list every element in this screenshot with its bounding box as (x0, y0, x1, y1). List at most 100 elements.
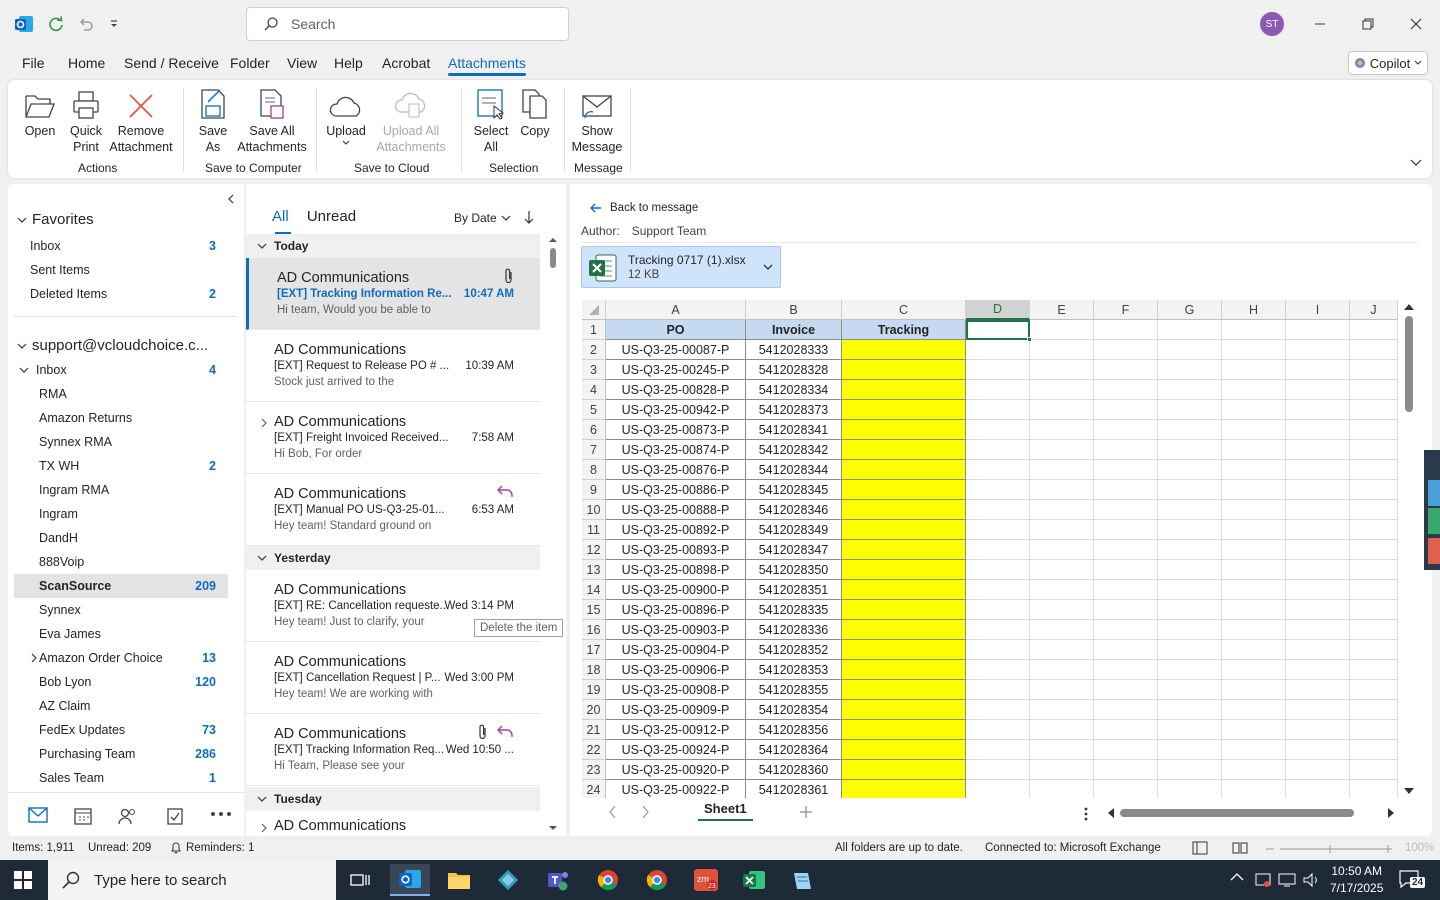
sheet-cell[interactable] (1350, 380, 1398, 400)
sheet-cell[interactable]: 5412028364 (746, 740, 842, 760)
search-box[interactable]: Search (246, 7, 569, 41)
row-header[interactable]: 9 (582, 480, 606, 500)
sheet-cell[interactable] (1158, 620, 1222, 640)
sheet-cell[interactable] (1030, 420, 1094, 440)
add-sheet-icon[interactable] (800, 806, 812, 818)
sheet-cell[interactable] (1350, 440, 1398, 460)
sheet-cell[interactable]: 5412028346 (746, 500, 842, 520)
tracking-cell[interactable] (842, 780, 966, 798)
sheet-cell[interactable] (1094, 680, 1158, 700)
sheet-cell[interactable] (1286, 360, 1350, 380)
sheet-cell[interactable] (1222, 740, 1286, 760)
open-button[interactable]: Open (22, 86, 58, 139)
tab-view[interactable]: View (287, 55, 317, 71)
tracking-cell[interactable] (842, 760, 966, 780)
sheet-cell[interactable] (1158, 640, 1222, 660)
active-cell[interactable] (966, 320, 1030, 340)
tab-unread[interactable]: Unread (307, 208, 356, 225)
tracking-cell[interactable] (842, 680, 966, 700)
sheet-cell[interactable] (1158, 600, 1222, 620)
sheet-cell[interactable] (1286, 700, 1350, 720)
sheet-cell[interactable] (1094, 420, 1158, 440)
sheet-cell[interactable] (966, 540, 1030, 560)
sheet-cell[interactable] (1158, 700, 1222, 720)
sheet-cell[interactable] (1286, 480, 1350, 500)
sheet-cell[interactable] (966, 360, 1030, 380)
sheet-cell[interactable] (1030, 500, 1094, 520)
sheet-cell[interactable] (1030, 680, 1094, 700)
tab-acrobat[interactable]: Acrobat (382, 55, 430, 71)
sheet-cell[interactable] (1094, 700, 1158, 720)
sheet-cell[interactable] (1222, 660, 1286, 680)
sheet-cell[interactable] (1030, 580, 1094, 600)
sheet-cell[interactable]: US-Q3-25-00922-P (606, 780, 746, 798)
sheet-cell[interactable]: US-Q3-25-00912-P (606, 720, 746, 740)
customize-toolbar-icon[interactable] (102, 12, 126, 36)
tracking-cell[interactable] (842, 340, 966, 360)
sheet-cell[interactable] (1222, 540, 1286, 560)
sheet-vertical-scrollbar[interactable] (1400, 300, 1418, 798)
sheet-cell[interactable] (1222, 420, 1286, 440)
sheet-cell[interactable] (966, 520, 1030, 540)
notifications-icon[interactable]: 24 (1398, 868, 1426, 892)
sheet-cell[interactable] (1094, 540, 1158, 560)
sheet-cell[interactable]: 5412028333 (746, 340, 842, 360)
save-all-attachments-button[interactable]: Save All Attachments (236, 86, 308, 155)
group-header-today[interactable]: Today (246, 234, 540, 258)
reading-view-icon[interactable] (1232, 841, 1248, 855)
sheet-cell[interactable] (1286, 440, 1350, 460)
tracking-cell[interactable] (842, 440, 966, 460)
folder-item[interactable]: Synnex RMA (14, 430, 228, 454)
sheet-cell[interactable] (1350, 480, 1398, 500)
sheet-cell[interactable] (1222, 460, 1286, 480)
row-header[interactable]: 13 (582, 560, 606, 580)
sheet-cell[interactable]: 5412028351 (746, 580, 842, 600)
row-header[interactable]: 15 (582, 600, 606, 620)
sheet-cell[interactable] (1030, 360, 1094, 380)
sheet-cell[interactable] (1094, 620, 1158, 640)
sheet-cell[interactable]: US-Q3-25-00898-P (606, 560, 746, 580)
row-header[interactable]: 6 (582, 420, 606, 440)
sheet-cell[interactable] (1350, 780, 1398, 798)
sheet-cell[interactable]: US-Q3-25-00896-P (606, 600, 746, 620)
sheet-cell[interactable]: US-Q3-25-00886-P (606, 480, 746, 500)
row-header[interactable]: 21 (582, 720, 606, 740)
row-header[interactable]: 3 (582, 360, 606, 380)
sheet-cell[interactable] (1094, 360, 1158, 380)
sheet-cell[interactable] (1030, 560, 1094, 580)
sheet-cell[interactable] (1222, 620, 1286, 640)
sheet-cell[interactable] (1094, 660, 1158, 680)
tab-send-receive[interactable]: Send / Receive (124, 55, 219, 71)
sheet-cell[interactable] (966, 620, 1030, 640)
folder-item[interactable]: Synnex (14, 598, 228, 622)
sheet-cell[interactable] (1286, 500, 1350, 520)
folder-item[interactable]: Purchasing Team 286 (14, 742, 228, 766)
sheet-cell[interactable]: 5412028342 (746, 440, 842, 460)
row-header[interactable]: 11 (582, 520, 606, 540)
message-item[interactable]: AD Communications (246, 811, 540, 836)
sheet-cell[interactable] (1094, 400, 1158, 420)
normal-view-icon[interactable] (1192, 841, 1208, 855)
sheet-cell[interactable] (1158, 320, 1222, 340)
sheet-tab[interactable]: Sheet1 (698, 801, 753, 821)
sheet-cell[interactable] (1030, 720, 1094, 740)
row-header[interactable]: 17 (582, 640, 606, 660)
sheet-cell[interactable] (1094, 520, 1158, 540)
header-cell[interactable]: Tracking (842, 320, 966, 340)
message-list-scrollbar[interactable] (546, 234, 560, 834)
sheet-cell[interactable] (1030, 320, 1094, 340)
message-item[interactable]: AD Communications [EXT] Manual PO US-Q3-… (246, 474, 540, 546)
sheet-cell[interactable]: 5412028349 (746, 520, 842, 540)
column-header[interactable]: B (746, 300, 842, 320)
tracking-cell[interactable] (842, 740, 966, 760)
sheet-cell[interactable]: US-Q3-25-00903-P (606, 620, 746, 640)
row-header[interactable]: 10 (582, 500, 606, 520)
row-header[interactable]: 5 (582, 400, 606, 420)
sheet-cell[interactable] (1286, 320, 1350, 340)
prev-sheet-icon[interactable] (608, 805, 618, 819)
sheet-cell[interactable]: 5412028352 (746, 640, 842, 660)
sheet-cell[interactable] (1158, 440, 1222, 460)
close-icon[interactable] (1404, 12, 1428, 36)
sheet-cell[interactable] (1030, 540, 1094, 560)
folder-item[interactable]: Amazon Order Choice 13 (14, 646, 228, 670)
